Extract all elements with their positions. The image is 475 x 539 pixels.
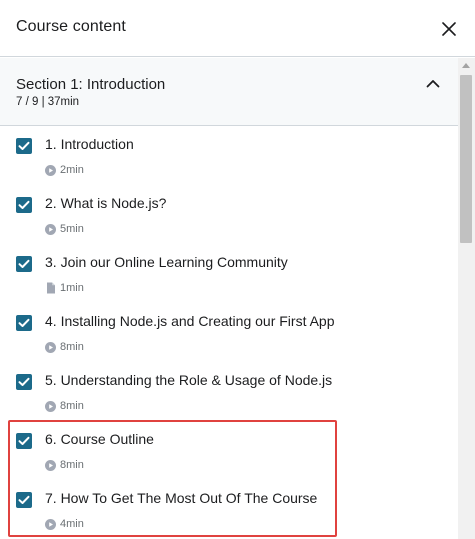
checkmark-icon xyxy=(18,259,30,268)
lecture-item[interactable]: 2. What is Node.js? 5min xyxy=(0,185,458,244)
lecture-item[interactable]: 3. Join our Online Learning Community 1mi… xyxy=(0,244,458,303)
lecture-duration: 8min xyxy=(60,459,84,471)
checkmark-icon xyxy=(18,495,30,504)
chevron-up-icon[interactable] xyxy=(426,79,440,88)
play-circle-icon xyxy=(45,518,56,530)
panel-title: Course content xyxy=(16,18,126,35)
lecture-meta: 8min xyxy=(45,340,84,354)
lecture-duration: 2min xyxy=(60,164,84,176)
play-circle-icon xyxy=(45,341,56,353)
lecture-duration: 8min xyxy=(60,400,84,412)
lecture-completed-checkbox[interactable] xyxy=(16,374,32,390)
lecture-completed-checkbox[interactable] xyxy=(16,315,32,331)
lecture-duration: 8min xyxy=(60,341,84,353)
checkmark-icon xyxy=(18,141,30,150)
collapse-section-button[interactable] xyxy=(423,73,443,93)
lecture-title: 1. Introduction xyxy=(45,136,134,152)
lecture-completed-checkbox[interactable] xyxy=(16,256,32,272)
lecture-list: 1. Introduction 2min 2. What is Node.js? 5m… xyxy=(0,126,458,539)
section-header[interactable]: Section 1: Introduction 7 / 9 | 37min xyxy=(0,58,458,126)
lecture-title: 7. How To Get The Most Out Of The Course xyxy=(45,490,318,506)
lecture-meta: 1min xyxy=(45,281,84,295)
section-title: Section 1: Introduction xyxy=(16,76,166,93)
file-icon xyxy=(45,282,56,294)
lecture-item[interactable]: 6. Course Outline 8min xyxy=(0,421,458,480)
play-circle-icon xyxy=(45,164,56,176)
lecture-duration: 5min xyxy=(60,223,84,235)
lecture-item[interactable]: 5. Understanding the Role & Usage of Nod… xyxy=(0,362,458,421)
checkmark-icon xyxy=(18,377,30,386)
lecture-title: 4. Installing Node.js and Creating our F… xyxy=(45,313,335,329)
lecture-title: 2. What is Node.js? xyxy=(45,195,167,211)
lecture-completed-checkbox[interactable] xyxy=(16,138,32,154)
lecture-completed-checkbox[interactable] xyxy=(16,197,32,213)
lecture-completed-checkbox[interactable] xyxy=(16,433,32,449)
course-content-header: Course content xyxy=(0,0,475,57)
lecture-meta: 8min xyxy=(45,458,84,472)
close-button[interactable] xyxy=(437,17,461,41)
lecture-duration: 4min xyxy=(60,518,84,530)
checkmark-icon xyxy=(18,436,30,445)
scrollbar[interactable] xyxy=(458,58,475,539)
play-circle-icon xyxy=(45,459,56,471)
play-circle-icon xyxy=(45,223,56,235)
scrollbar-thumb[interactable] xyxy=(460,75,472,243)
lecture-title: 6. Course Outline xyxy=(45,431,154,447)
lecture-meta: 2min xyxy=(45,163,84,177)
close-icon[interactable] xyxy=(442,22,456,36)
lecture-title: 3. Join our Online Learning Community xyxy=(45,254,288,270)
lecture-meta: 5min xyxy=(45,222,84,236)
lecture-title: 5. Understanding the Role & Usage of Nod… xyxy=(45,372,333,388)
lecture-item[interactable]: 4. Installing Node.js and Creating our F… xyxy=(0,303,458,362)
scroll-up-arrow-icon[interactable] xyxy=(462,63,470,68)
section-progress: 7 / 9 | 37min xyxy=(16,96,80,108)
checkmark-icon xyxy=(18,318,30,327)
lecture-meta: 4min xyxy=(45,517,84,531)
lecture-item[interactable]: 7. How To Get The Most Out Of The Course… xyxy=(0,480,458,539)
lecture-item[interactable]: 1. Introduction 2min xyxy=(0,126,458,185)
play-circle-icon xyxy=(45,400,56,412)
checkmark-icon xyxy=(18,200,30,209)
lecture-completed-checkbox[interactable] xyxy=(16,492,32,508)
lecture-duration: 1min xyxy=(60,282,84,294)
lecture-meta: 8min xyxy=(45,399,84,413)
